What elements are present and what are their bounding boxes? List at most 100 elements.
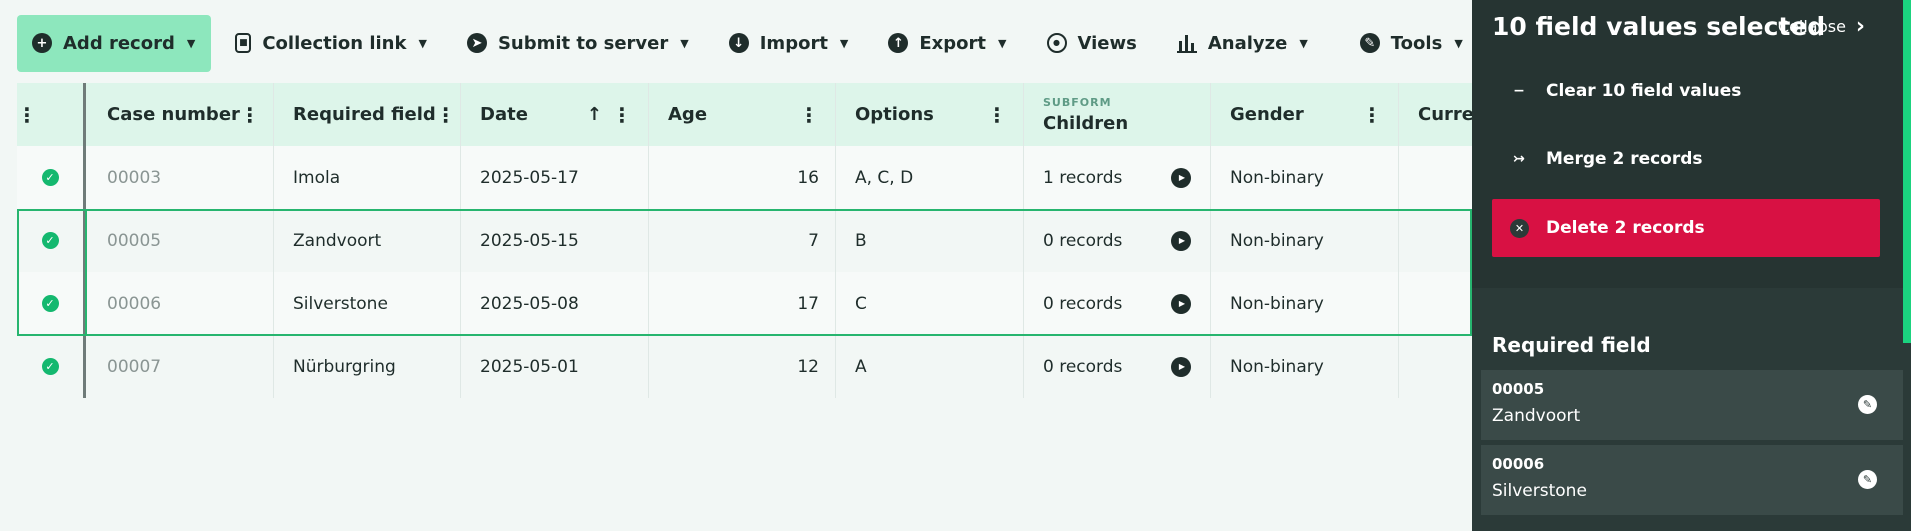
- sort-ascending-icon[interactable]: ↑: [587, 104, 602, 125]
- cell-current[interactable]: [1399, 272, 1482, 335]
- cell-date[interactable]: 2025-05-01: [461, 335, 649, 398]
- cell-text: A, C, D: [855, 167, 914, 188]
- kebab-menu-icon[interactable]: ⋮: [987, 103, 1007, 127]
- cell-date[interactable]: 2025-05-15: [461, 209, 649, 272]
- cell-children[interactable]: 0 records ▶: [1024, 209, 1211, 272]
- cell-date[interactable]: 2025-05-08: [461, 272, 649, 335]
- collapse-button[interactable]: Collapse ›: [1778, 14, 1865, 39]
- cell-case-number[interactable]: 00005: [86, 209, 274, 272]
- cell-children[interactable]: 1 records ▶: [1024, 146, 1211, 209]
- play-icon[interactable]: ▶: [1171, 293, 1191, 314]
- cell-current[interactable]: [1399, 146, 1482, 209]
- row-select-cell[interactable]: ✓: [17, 272, 86, 335]
- pencil-icon[interactable]: ✎: [1858, 470, 1877, 489]
- cell-age[interactable]: 7: [649, 209, 836, 272]
- row-select-cell[interactable]: ✓: [17, 335, 86, 398]
- column-header-current[interactable]: Curre: [1399, 83, 1482, 146]
- check-circle-icon[interactable]: ✓: [41, 358, 59, 375]
- minus-icon: −: [1513, 83, 1525, 99]
- cell-required-field[interactable]: Nürburgring: [274, 335, 461, 398]
- cell-children[interactable]: 0 records ▶: [1024, 272, 1211, 335]
- table-row[interactable]: ✓ 00005 Zandvoort 2025-05-15 7 B 0 records ▶ Non…: [17, 209, 1472, 272]
- cell-options[interactable]: B: [836, 209, 1024, 272]
- cell-case-number[interactable]: 00003: [86, 146, 274, 209]
- cell-gender[interactable]: Non-binary: [1211, 335, 1399, 398]
- cell-date[interactable]: 2025-05-17: [461, 146, 649, 209]
- kebab-menu-icon[interactable]: ⋮: [799, 103, 819, 127]
- cell-options[interactable]: A, C, D: [836, 146, 1024, 209]
- column-header-required-field[interactable]: Required field ⋮: [274, 83, 461, 146]
- selected-record-card[interactable]: 00006 Silverstone ✎: [1481, 445, 1903, 515]
- cell-text: Non-binary: [1230, 293, 1324, 314]
- cell-text: 0 records: [1043, 356, 1123, 377]
- collection-link-button[interactable]: ■ Collection link ▼: [219, 15, 443, 72]
- pencil-icon[interactable]: ✎: [1858, 395, 1877, 414]
- cell-required-field[interactable]: Silverstone: [274, 272, 461, 335]
- table-row[interactable]: ✓ 00007 Nürburgring 2025-05-01 12 A 0 records ▶…: [17, 335, 1472, 398]
- import-button[interactable]: ↓ Import ▼: [713, 15, 865, 72]
- table-row[interactable]: ✓ 00006 Silverstone 2025-05-08 17 C 0 records ▶…: [17, 272, 1472, 335]
- cell-text: 17: [797, 293, 819, 314]
- table-row[interactable]: ✓ 00003 Imola 2025-05-17 16 A, C, D 1 records ▶…: [17, 146, 1472, 209]
- kebab-menu-icon[interactable]: ⋮: [1362, 103, 1382, 127]
- column-header-age[interactable]: Age ⋮: [649, 83, 836, 146]
- selected-record-card[interactable]: 00005 Zandvoort ✎: [1481, 370, 1903, 440]
- select-column-header[interactable]: ⋮: [17, 83, 86, 146]
- submit-to-server-button[interactable]: ➤ Submit to server ▼: [451, 15, 705, 72]
- views-button[interactable]: ● Views: [1031, 15, 1153, 72]
- play-icon[interactable]: ▶: [1171, 167, 1191, 188]
- column-header-options[interactable]: Options ⋮: [836, 83, 1024, 146]
- cell-current[interactable]: [1399, 209, 1482, 272]
- column-label: Date: [480, 104, 528, 125]
- check-circle-icon[interactable]: ✓: [41, 295, 59, 312]
- cell-current[interactable]: [1399, 335, 1482, 398]
- cell-required-field[interactable]: Imola: [274, 146, 461, 209]
- export-button[interactable]: ↑ Export ▼: [872, 15, 1022, 72]
- row-select-cell[interactable]: ✓: [17, 209, 86, 272]
- delete-records-button[interactable]: ✕ Delete 2 records: [1492, 199, 1880, 257]
- kebab-menu-icon[interactable]: ⋮: [17, 103, 37, 127]
- cell-options[interactable]: A: [836, 335, 1024, 398]
- cell-required-field[interactable]: Zandvoort: [274, 209, 461, 272]
- merge-records-button[interactable]: ↣ Merge 2 records: [1492, 130, 1880, 188]
- cell-age[interactable]: 12: [649, 335, 836, 398]
- collapse-label: Collapse: [1777, 17, 1846, 36]
- merge-icon: ↣: [1513, 151, 1525, 167]
- kebab-menu-icon[interactable]: ⋮: [436, 103, 456, 127]
- column-header-gender[interactable]: Gender ⋮: [1211, 83, 1399, 146]
- check-circle-icon[interactable]: ✓: [41, 232, 59, 249]
- column-header-date[interactable]: Date ↑ ⋮: [461, 83, 649, 146]
- column-header-children[interactable]: SUBFORM Children: [1024, 83, 1211, 146]
- caret-down-icon: ▼: [998, 36, 1007, 50]
- close-circle-icon: ✕: [1510, 218, 1529, 238]
- check-circle-icon[interactable]: ✓: [41, 169, 59, 186]
- kebab-menu-icon[interactable]: ⋮: [240, 103, 260, 127]
- play-icon[interactable]: ▶: [1171, 356, 1191, 377]
- cell-options[interactable]: C: [836, 272, 1024, 335]
- row-select-cell[interactable]: ✓: [17, 146, 86, 209]
- kebab-menu-icon[interactable]: ⋮: [612, 103, 632, 127]
- cell-gender[interactable]: Non-binary: [1211, 209, 1399, 272]
- column-label: Curre: [1418, 104, 1474, 125]
- cell-children[interactable]: 0 records ▶: [1024, 335, 1211, 398]
- cell-age[interactable]: 17: [649, 272, 836, 335]
- analyze-label: Analyze: [1207, 32, 1288, 54]
- caret-down-icon: ▼: [1299, 36, 1308, 50]
- cell-gender[interactable]: Non-binary: [1211, 146, 1399, 209]
- analyze-button[interactable]: Analyze ▼: [1161, 15, 1324, 72]
- column-header-case-number[interactable]: Case number ⋮: [86, 83, 274, 146]
- cell-text: Non-binary: [1230, 356, 1324, 377]
- caret-down-icon: ▼: [418, 36, 427, 50]
- cell-text: 2025-05-01: [480, 356, 579, 377]
- cell-text: A: [855, 356, 867, 377]
- play-icon[interactable]: ▶: [1171, 230, 1191, 251]
- tools-button[interactable]: ✎ Tools ▼: [1344, 15, 1479, 72]
- cell-case-number[interactable]: 00007: [86, 335, 274, 398]
- cell-gender[interactable]: Non-binary: [1211, 272, 1399, 335]
- cell-case-number[interactable]: 00006: [86, 272, 274, 335]
- add-record-button[interactable]: + Add record ▼: [17, 14, 212, 72]
- clear-field-values-button[interactable]: − Clear 10 field values: [1492, 62, 1880, 120]
- subform-header: SUBFORM Children: [1043, 96, 1128, 134]
- panel-scrollbar[interactable]: [1903, 0, 1911, 343]
- cell-age[interactable]: 16: [649, 146, 836, 209]
